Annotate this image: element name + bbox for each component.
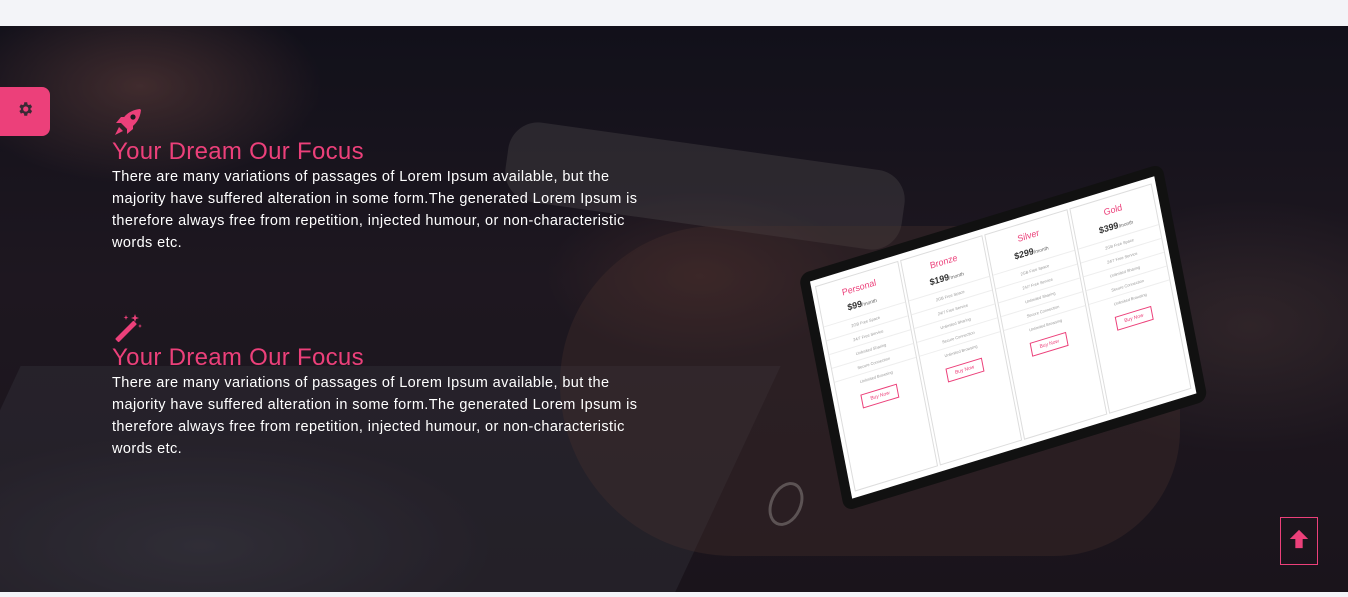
tablet-frame: Personal $99/month 2GB Free Space 24/7 F… bbox=[798, 163, 1208, 512]
plan-name: Silver bbox=[1016, 227, 1040, 244]
plan-name: Gold bbox=[1102, 202, 1123, 218]
feature-title: Your Dream Our Focus bbox=[112, 138, 364, 165]
scroll-to-top-button[interactable] bbox=[1280, 517, 1318, 565]
pricing-table: Personal $99/month 2GB Free Space 24/7 F… bbox=[809, 176, 1197, 499]
rocket-icon bbox=[112, 106, 144, 138]
feature-1: Your Dream Our Focus There are many vari… bbox=[112, 106, 672, 254]
buy-now-button: Buy Now bbox=[945, 357, 985, 383]
hero-section: Your Dream Our Focus There are many vari… bbox=[0, 26, 1348, 592]
feature-2: Your Dream Our Focus There are many vari… bbox=[112, 312, 672, 460]
feature-description: There are many variations of passages of… bbox=[112, 169, 638, 251]
buy-now-button: Buy Now bbox=[1114, 305, 1154, 331]
top-bar bbox=[0, 0, 1348, 26]
bottom-bar bbox=[0, 592, 1348, 597]
plan-name: Bronze bbox=[929, 252, 959, 271]
arrow-up-icon bbox=[1288, 528, 1310, 555]
settings-button[interactable] bbox=[0, 87, 50, 136]
feature-title: Your Dream Our Focus bbox=[112, 344, 364, 371]
buy-now-button: Buy Now bbox=[860, 383, 900, 409]
feature-description: There are many variations of passages of… bbox=[112, 375, 638, 457]
gear-icon bbox=[16, 100, 34, 123]
plan-price: $99/month bbox=[846, 297, 878, 313]
magic-wand-icon bbox=[112, 312, 144, 344]
buy-now-button: Buy Now bbox=[1029, 331, 1069, 357]
